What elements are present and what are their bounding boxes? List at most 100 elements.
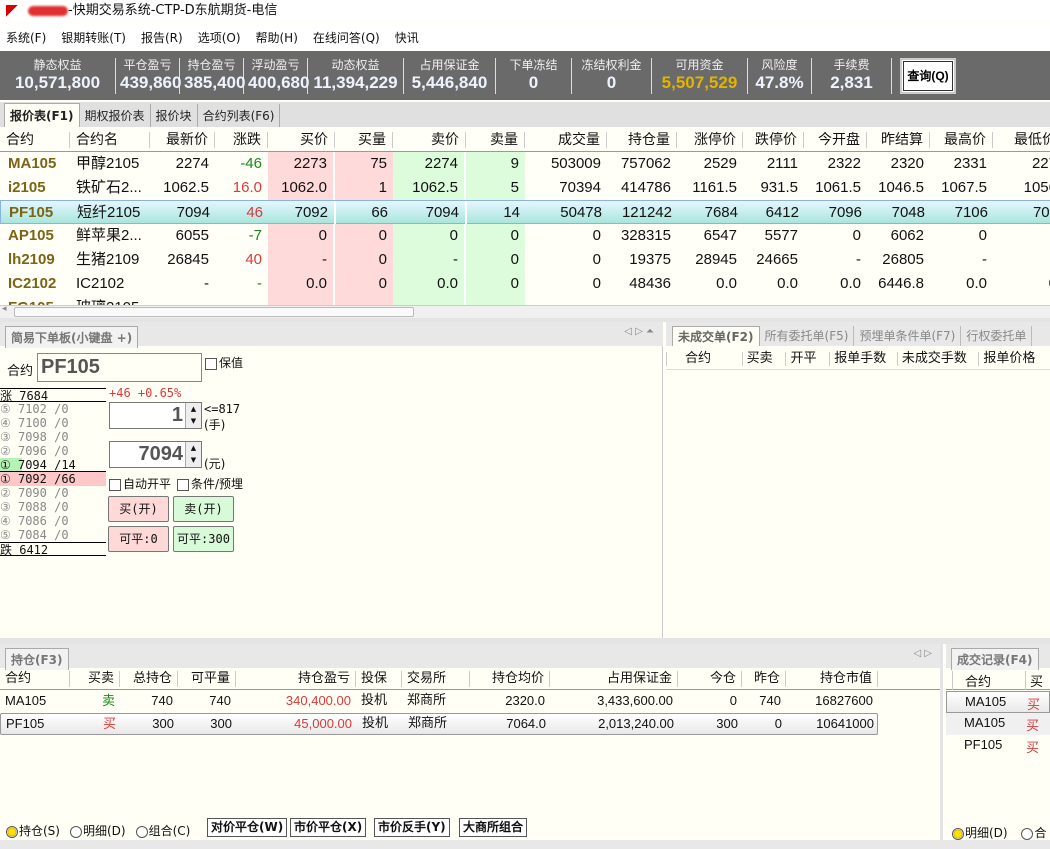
column-header[interactable]: 合约 — [0, 671, 70, 687]
column-header[interactable]: 合约 — [0, 132, 70, 148]
price-stepper[interactable]: 7094 ▲ ▼ — [109, 441, 202, 468]
tab-trades[interactable]: 成交记录(F4) — [951, 648, 1039, 670]
conditional-order-checkbox[interactable]: 条件/预埋 — [177, 475, 243, 492]
quote-row[interactable]: PF105 短纤2105 7094 46 7092 66 7094 14 50478 121242… — [0, 200, 1050, 225]
column-header[interactable]: 占用保证金 — [550, 671, 678, 687]
sell-open-button[interactable]: 卖(开) — [173, 496, 234, 522]
radio-positions-view-0[interactable]: 持仓(S) — [6, 822, 60, 839]
menu-item[interactable]: 报告(R) — [141, 29, 183, 46]
radio-positions-view-2[interactable]: 组合(C) — [135, 822, 190, 839]
column-header[interactable]: 最低价 — [993, 132, 1050, 148]
column-header[interactable]: 跌停价 — [743, 132, 804, 148]
column-header[interactable]: 可平量 — [178, 671, 236, 687]
column-header[interactable]: 卖价 — [393, 132, 466, 148]
radio-icon[interactable] — [135, 825, 148, 838]
tab-quote-1[interactable]: 期权报价表 — [80, 104, 151, 127]
column-header[interactable]: 持仓盈亏 — [238, 671, 356, 687]
quote-row[interactable]: lh2109 生猪2109 26845 40-0-0 0 19375 28945 24665-… — [0, 248, 1050, 272]
quote-row[interactable]: i2105 铁矿石2... 1062.5 16.0 1062.0 1 1062.5 5 7039… — [0, 176, 1050, 200]
close-at-counter-price-button[interactable]: 对价平仓(W) — [207, 818, 288, 837]
radio-detail[interactable]: 明细(D) — [952, 826, 1008, 840]
bid-level[interactable]: ⑤ 7084 /0 — [0, 528, 106, 542]
column-header[interactable]: 合约 — [666, 352, 742, 366]
column-header[interactable]: 报单手数 — [829, 352, 897, 366]
bid-level[interactable]: ④ 7086 /0 — [0, 514, 106, 528]
spin-arrows-icon[interactable]: ▲ ▼ — [185, 442, 201, 467]
quantity-stepper[interactable]: 1 ▲ ▼ — [109, 402, 202, 429]
tab-orders-3[interactable]: 行权委托单 — [961, 326, 1033, 346]
radio-icon[interactable] — [6, 825, 18, 838]
radio-combo[interactable]: 合 — [1021, 826, 1046, 840]
bid-level[interactable]: ① 7092 /66 — [0, 472, 106, 486]
trade-row[interactable]: PF105 买 — [946, 735, 1050, 757]
column-header[interactable]: 卖量 — [466, 132, 525, 148]
auto-open-close-checkbox[interactable]: 自动开平 — [109, 475, 171, 492]
column-header[interactable]: 报单价格 — [978, 352, 1050, 366]
menu-item[interactable]: 选项(O) — [198, 29, 241, 46]
column-header[interactable]: 买卖 — [741, 352, 786, 366]
quote-row[interactable]: IC2102 IC2102- -0.0 0 0.0 0 0 48436 0.0 0.0 0.0 644… — [0, 272, 1050, 296]
column-header[interactable]: 买价 — [268, 132, 335, 148]
position-row[interactable]: MA105 卖 740 740 340,400.00 投机 郑商所 2320.0 3,433,6… — [0, 691, 878, 713]
menu-item[interactable]: 帮助(H) — [256, 29, 298, 46]
column-header[interactable]: 投保 — [356, 671, 402, 687]
buy-open-button[interactable]: 买(开) — [108, 496, 169, 522]
column-header[interactable]: 总持仓 — [120, 671, 178, 687]
tab-quote-0[interactable]: 报价表(F1) — [4, 103, 80, 127]
column-header[interactable]: 今开盘 — [804, 132, 867, 148]
ask-level[interactable]: ⑤ 7102 /0 — [0, 402, 106, 416]
column-header[interactable]: 持仓均价 — [470, 671, 550, 687]
scrollbar-thumb[interactable] — [14, 307, 414, 317]
bid-level[interactable]: ③ 7088 /0 — [0, 500, 106, 514]
ask-level[interactable]: ② 7096 /0 — [0, 444, 106, 458]
ask-level[interactable]: ① 7094 /14 — [0, 458, 106, 472]
position-row[interactable]: PF105 买 300 300 45,000.00 投机 郑商所 7064.0 2,013,24… — [0, 713, 878, 735]
column-header[interactable]: 合约 — [952, 671, 1026, 690]
tab-orders-2[interactable]: 预埋单条件单(F7) — [854, 326, 962, 346]
trade-row[interactable]: MA105 买 — [946, 713, 1050, 735]
tab-simple-order[interactable]: 简易下单板(小键盘 +) — [5, 326, 139, 348]
bid-level[interactable]: ② 7090 /0 — [0, 486, 106, 500]
quote-row[interactable]: MA105 甲醇2105 2274 -46 2273 75 2274 9 503009 75706… — [0, 152, 1050, 176]
tab-positions[interactable]: 持仓(F3) — [5, 648, 69, 670]
quote-horizontal-scrollbar[interactable]: ◂ — [0, 304, 1050, 318]
panel-nav-arrows-icon[interactable]: ◁ ▷ ⏶ — [624, 326, 654, 337]
contract-input[interactable]: PF105 — [37, 353, 202, 382]
market-reverse-button[interactable]: 市价反手(Y) — [374, 818, 450, 837]
dce-combo-button[interactable]: 大商所组合 — [459, 818, 528, 837]
tab-orders-1[interactable]: 所有委托单(F5) — [760, 326, 855, 346]
column-header[interactable]: 持仓市值 — [786, 671, 878, 687]
trade-row[interactable]: MA105 买 — [946, 691, 1050, 713]
column-header[interactable]: 昨结算 — [867, 132, 930, 148]
column-header[interactable]: 昨仓 — [742, 671, 786, 687]
scroll-left-arrow-icon[interactable]: ◂ — [2, 304, 7, 314]
column-header[interactable]: 未成交手数 — [896, 352, 979, 366]
column-header[interactable]: 今仓 — [678, 671, 742, 687]
column-header[interactable]: 成交量 — [525, 132, 607, 148]
menu-item[interactable]: 快讯 — [395, 29, 419, 46]
close-buy-button[interactable]: 可平:0 — [108, 526, 169, 552]
column-header[interactable]: 最新价 — [150, 132, 215, 148]
column-header[interactable]: 交易所 — [402, 671, 470, 687]
column-header[interactable]: 买卖 — [70, 671, 120, 687]
panel-nav-arrows-icon[interactable]: ◁ ▷ — [913, 648, 932, 659]
tab-orders-0[interactable]: 未成交单(F2) — [672, 326, 760, 346]
radio-icon[interactable] — [69, 825, 82, 838]
spin-arrows-icon[interactable]: ▲ ▼ — [185, 403, 201, 428]
column-header[interactable]: 持仓量 — [607, 132, 677, 148]
close-at-market-button[interactable]: 市价平仓(X) — [290, 818, 367, 837]
column-header[interactable]: 买 — [1030, 671, 1043, 690]
menu-item[interactable]: 在线问答(Q) — [313, 29, 380, 46]
column-header[interactable]: 合约名 — [70, 132, 150, 148]
ask-level[interactable]: ④ 7100 /0 — [0, 416, 106, 430]
ask-level[interactable]: ③ 7098 /0 — [0, 430, 106, 444]
query-button[interactable]: 查询(Q) — [900, 57, 956, 94]
menu-item[interactable]: 银期转账(T) — [61, 29, 126, 46]
quote-row[interactable]: AP105 鲜苹果2... 6055 -7 0 0 0 0 0 328315 6547 5577 0 60… — [0, 224, 1050, 248]
close-sell-button[interactable]: 可平:300 — [173, 526, 234, 552]
column-header[interactable]: 涨跌 — [215, 132, 268, 148]
menu-item[interactable]: 系统(F) — [6, 29, 46, 46]
column-header[interactable]: 最高价 — [930, 132, 993, 148]
radio-positions-view-1[interactable]: 明细(D) — [69, 822, 126, 839]
column-header[interactable]: 买量 — [335, 132, 393, 148]
